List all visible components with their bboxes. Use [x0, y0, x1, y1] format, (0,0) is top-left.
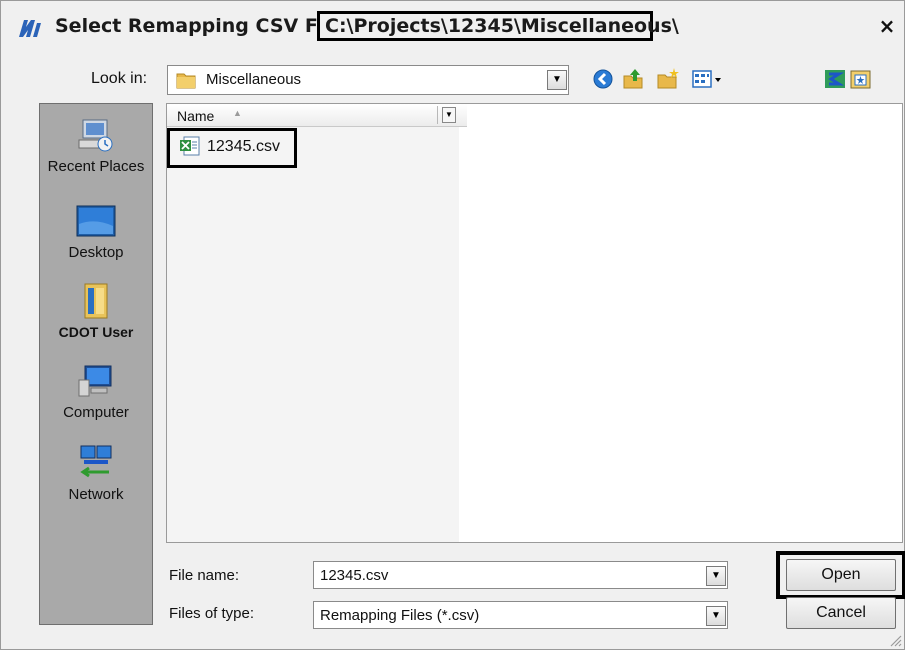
computer-icon: [78, 365, 112, 397]
title-bar: Select Remapping CSV File - C:\Projects\…: [1, 1, 904, 53]
place-network[interactable]: Network: [40, 442, 152, 503]
file-list-pane: [167, 104, 459, 542]
user-folder-icon: [84, 283, 108, 319]
network-places-icon: [80, 445, 112, 478]
place-recent-places[interactable]: Recent Places: [40, 114, 152, 175]
favorites-icon[interactable]: [849, 67, 873, 91]
file-list[interactable]: Name ▲ ▼ 12345.csv: [166, 103, 903, 543]
place-label: Recent Places: [47, 158, 145, 175]
column-header-name[interactable]: Name ▲ ▼: [167, 104, 467, 127]
file-name-label: File name:: [169, 567, 240, 584]
place-label: CDOT User: [58, 324, 134, 340]
resize-grip-icon[interactable]: [888, 633, 902, 647]
recent-places-icon: [78, 119, 113, 152]
dialog-title-path: C:\Projects\12345\Miscellaneous\: [325, 15, 679, 37]
place-cdot-user[interactable]: CDOT User: [40, 280, 152, 340]
look-in-label: Look in:: [91, 70, 148, 87]
file-item-name[interactable]: 12345.csv: [207, 138, 280, 156]
up-folder-icon[interactable]: [621, 67, 645, 91]
place-computer[interactable]: Computer: [40, 360, 152, 421]
desktop-icon: [76, 205, 116, 237]
file-type-label: Files of type:: [169, 605, 255, 622]
chevron-down-icon[interactable]: ▼: [706, 606, 726, 626]
open-button-highlight: [776, 551, 905, 599]
folder-icon: [176, 73, 196, 89]
column-dropdown-button[interactable]: ▼: [442, 107, 456, 123]
csv-file-icon[interactable]: [179, 136, 201, 156]
places-bar: Recent Places Desktop CDOT User Computer…: [39, 103, 153, 625]
file-name-field[interactable]: 12345.csv ▼: [313, 561, 728, 589]
column-name-label: Name: [177, 108, 215, 124]
new-folder-icon[interactable]: [656, 67, 680, 91]
file-type-dropdown[interactable]: Remapping Files (*.csv) ▼: [313, 601, 728, 629]
dialog-title: Select Remapping CSV File -: [55, 15, 359, 37]
place-label: Network: [68, 486, 124, 503]
select-remapping-dialog: Select Remapping CSV File - C:\Projects\…: [0, 0, 905, 650]
app-logo-icon: [19, 20, 41, 37]
place-label: Desktop: [68, 244, 124, 261]
place-desktop[interactable]: Desktop: [40, 200, 152, 261]
look-in-dropdown[interactable]: Miscellaneous ▼: [167, 65, 569, 95]
sort-arrow-icon: ▲: [233, 108, 242, 118]
network-icon[interactable]: [823, 67, 847, 91]
chevron-down-icon[interactable]: ▼: [706, 566, 726, 586]
file-type-value: Remapping Files (*.csv): [320, 607, 480, 624]
column-divider[interactable]: [437, 106, 438, 124]
look-in-value: Miscellaneous: [206, 71, 302, 88]
chevron-down-icon[interactable]: ▼: [547, 70, 567, 90]
place-label: Computer: [63, 404, 129, 421]
back-icon[interactable]: [591, 67, 615, 91]
close-button[interactable]: ×: [875, 13, 899, 39]
file-name-value: 12345.csv: [320, 567, 389, 584]
views-menu-icon[interactable]: [691, 67, 727, 91]
cancel-button[interactable]: Cancel: [786, 597, 896, 629]
